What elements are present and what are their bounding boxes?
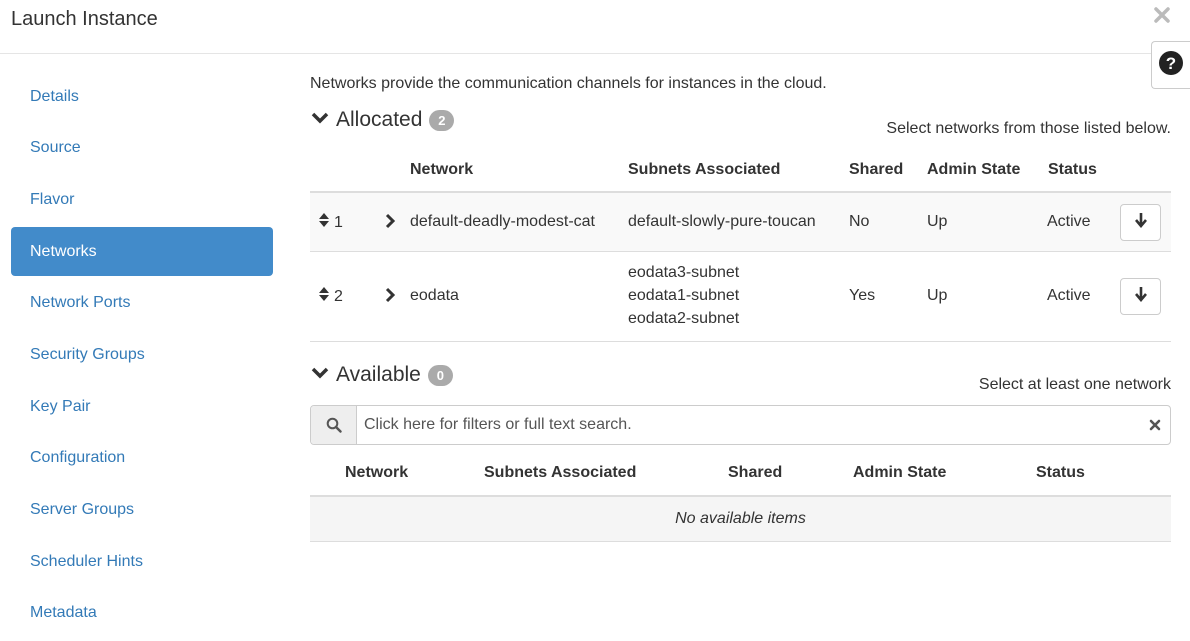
help-button[interactable]: ? xyxy=(1151,41,1190,89)
chevron-down-icon xyxy=(310,111,330,130)
network-name: default-deadly-modest-cat xyxy=(410,213,595,230)
sidebar-item-details[interactable]: Details xyxy=(11,72,273,121)
question-circle-icon: ? xyxy=(1158,50,1184,81)
intro-text: Networks provide the communication chann… xyxy=(310,75,827,92)
available-col-network: Network xyxy=(345,464,409,481)
chevron-right-icon xyxy=(384,213,396,233)
sidebar-item-source[interactable]: Source xyxy=(11,124,273,173)
search-icon xyxy=(311,406,357,444)
available-col-shared: Shared xyxy=(728,464,783,481)
arrow-down-icon xyxy=(1134,212,1148,233)
svg-text:?: ? xyxy=(1166,54,1176,73)
status-value: Active xyxy=(1047,213,1091,230)
sort-icon xyxy=(319,287,329,306)
shared-value: Yes xyxy=(849,287,876,304)
allocated-col-subnets: Subnets Associated xyxy=(628,161,781,178)
allocated-title: Allocated xyxy=(336,108,423,131)
available-count-badge: 0 xyxy=(427,364,453,386)
allocated-col-network: Network xyxy=(410,161,474,178)
status-value: Active xyxy=(1047,287,1091,304)
allocated-count-badge: 2 xyxy=(429,109,455,131)
allocated-col-status: Status xyxy=(1048,161,1097,178)
sidebar-item-metadata[interactable]: Metadata xyxy=(11,589,273,638)
sidebar-item-networks[interactable]: Networks xyxy=(11,227,273,277)
available-col-admin-state: Admin State xyxy=(853,464,947,481)
arrow-down-icon xyxy=(1134,286,1148,307)
row-order-number: 1 xyxy=(334,213,343,231)
sidebar-item-flavor[interactable]: Flavor xyxy=(11,175,273,224)
shared-value: No xyxy=(849,213,870,230)
available-col-subnets: Subnets Associated xyxy=(484,464,637,481)
available-col-status: Status xyxy=(1036,464,1085,481)
table-row: 1 default-deadly-modest-cat default-slow… xyxy=(310,193,1171,251)
available-toggle[interactable]: Available 0 xyxy=(310,363,453,387)
subnet-name: eodata1-subnet xyxy=(628,287,740,304)
filter-search-bar xyxy=(310,405,1171,445)
sort-icon xyxy=(319,213,329,232)
subnet-name: eodata3-subnet xyxy=(628,264,740,281)
subnet-name: eodata2-subnet xyxy=(628,310,740,327)
allocated-toggle[interactable]: Allocated 2 xyxy=(310,108,455,132)
allocated-col-admin-state: Admin State xyxy=(927,161,1021,178)
row-order-number: 2 xyxy=(334,287,343,305)
divider xyxy=(310,341,1171,342)
admin-state-value: Up xyxy=(927,287,948,304)
chevron-right-icon xyxy=(384,287,396,307)
divider xyxy=(310,541,1171,542)
sidebar-item-network-ports[interactable]: Network Ports xyxy=(11,279,273,328)
row-expand-toggle[interactable] xyxy=(384,287,396,308)
modal-header: Launch Instance xyxy=(0,0,1190,54)
row-order[interactable]: 1 xyxy=(319,213,343,232)
clear-icon[interactable] xyxy=(1140,406,1170,444)
sidebar-item-scheduler-hints[interactable]: Scheduler Hints xyxy=(11,537,273,586)
close-icon[interactable] xyxy=(1150,2,1174,28)
sidebar-item-server-groups[interactable]: Server Groups xyxy=(11,486,273,535)
row-expand-toggle[interactable] xyxy=(384,213,396,234)
deallocate-button[interactable] xyxy=(1120,278,1161,315)
search-input[interactable] xyxy=(357,406,1140,444)
subnet-name: default-slowly-pure-toucan xyxy=(628,213,816,230)
sidebar-item-configuration[interactable]: Configuration xyxy=(11,434,273,483)
deallocate-button[interactable] xyxy=(1120,204,1161,241)
network-name: eodata xyxy=(410,287,459,304)
available-hint: Select at least one network xyxy=(978,376,1171,393)
sidebar-item-key-pair[interactable]: Key Pair xyxy=(11,382,273,431)
table-row: 2 eodata eodata3-subnet eodata1-subnet e… xyxy=(310,252,1171,341)
admin-state-value: Up xyxy=(927,213,948,230)
allocated-hint: Select networks from those listed below. xyxy=(886,120,1171,137)
wizard-sidebar: Details Source Flavor Networks Network P… xyxy=(11,72,273,641)
available-title: Available xyxy=(336,363,421,386)
empty-state: No available items xyxy=(310,497,1171,541)
modal-title: Launch Instance xyxy=(11,8,158,30)
chevron-down-icon xyxy=(310,366,330,385)
allocated-col-shared: Shared xyxy=(849,161,904,178)
sidebar-item-security-groups[interactable]: Security Groups xyxy=(11,330,273,379)
row-order[interactable]: 2 xyxy=(319,287,343,306)
